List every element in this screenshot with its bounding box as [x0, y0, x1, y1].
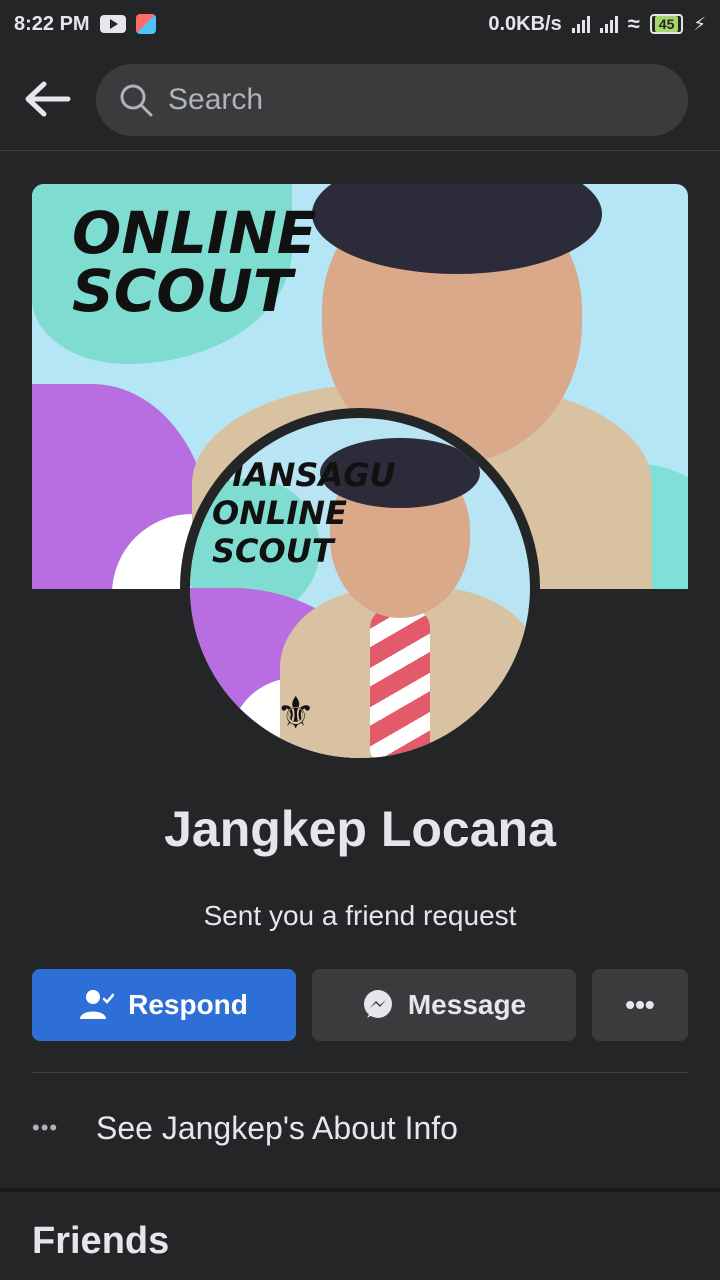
status-bar: 8:22 PM 0.0KB/s ≈ 45 ⚡	[0, 0, 720, 48]
person-check-icon	[80, 990, 115, 1019]
more-options-button[interactable]: •••	[592, 969, 688, 1041]
profile-avatar[interactable]: MANSAGU ONLINE SCOUT ⚜	[180, 408, 540, 768]
back-button[interactable]	[22, 78, 72, 120]
about-info-label: See Jangkep's About Info	[96, 1109, 458, 1146]
search-input[interactable]	[166, 82, 650, 118]
scout-logo-icon: ⚜	[276, 689, 316, 738]
more-icon: •••	[625, 989, 655, 1020]
cover-text: ONLINE SCOUT	[72, 204, 317, 320]
friend-request-text: Sent you a friend request	[203, 900, 517, 931]
network-speed: 0.0KB/s	[488, 12, 562, 35]
message-label: Message	[407, 989, 527, 1020]
respond-label: Respond	[128, 989, 248, 1020]
more-dots-icon: •••	[32, 1115, 59, 1140]
app-notification-icon	[135, 14, 156, 34]
messenger-icon	[363, 990, 392, 1018]
respond-button[interactable]: Respond	[32, 969, 296, 1041]
battery-icon: 45	[649, 14, 684, 34]
top-header	[0, 48, 720, 151]
message-button[interactable]: Message	[312, 969, 576, 1041]
charging-icon: ⚡	[693, 13, 706, 34]
search-bar[interactable]	[96, 64, 688, 136]
back-arrow-icon	[25, 81, 71, 117]
status-time: 8:22 PM	[14, 12, 90, 35]
avatar-scarf	[370, 608, 430, 758]
avatar-text-line: SCOUT	[212, 532, 334, 570]
avatar-text-line: ONLINE	[212, 494, 347, 532]
signal-icon-2	[599, 15, 618, 33]
about-info-link[interactable]: ••• See Jangkep's About Info	[32, 1092, 688, 1164]
cover-text-line: SCOUT	[72, 257, 293, 325]
avatar-text: MANSAGU ONLINE SCOUT	[212, 456, 395, 570]
youtube-icon	[99, 15, 126, 33]
battery-level: 45	[654, 16, 679, 32]
signal-icon	[571, 15, 590, 33]
wifi-icon: ≈	[627, 11, 640, 36]
search-icon	[120, 84, 153, 117]
avatar-text-line: MANSAGU	[212, 456, 396, 494]
status-bar-right: 0.0KB/s ≈ 45 ⚡	[488, 11, 706, 37]
friends-section-title: Friends	[32, 1220, 170, 1262]
cover-text-line: ONLINE	[72, 199, 317, 267]
status-bar-left: 8:22 PM	[14, 13, 156, 36]
section-separator	[0, 1188, 720, 1192]
avatar-image: MANSAGU ONLINE SCOUT ⚜	[190, 418, 530, 758]
divider	[32, 1072, 688, 1073]
profile-name: Jangkep Locana	[164, 801, 556, 857]
